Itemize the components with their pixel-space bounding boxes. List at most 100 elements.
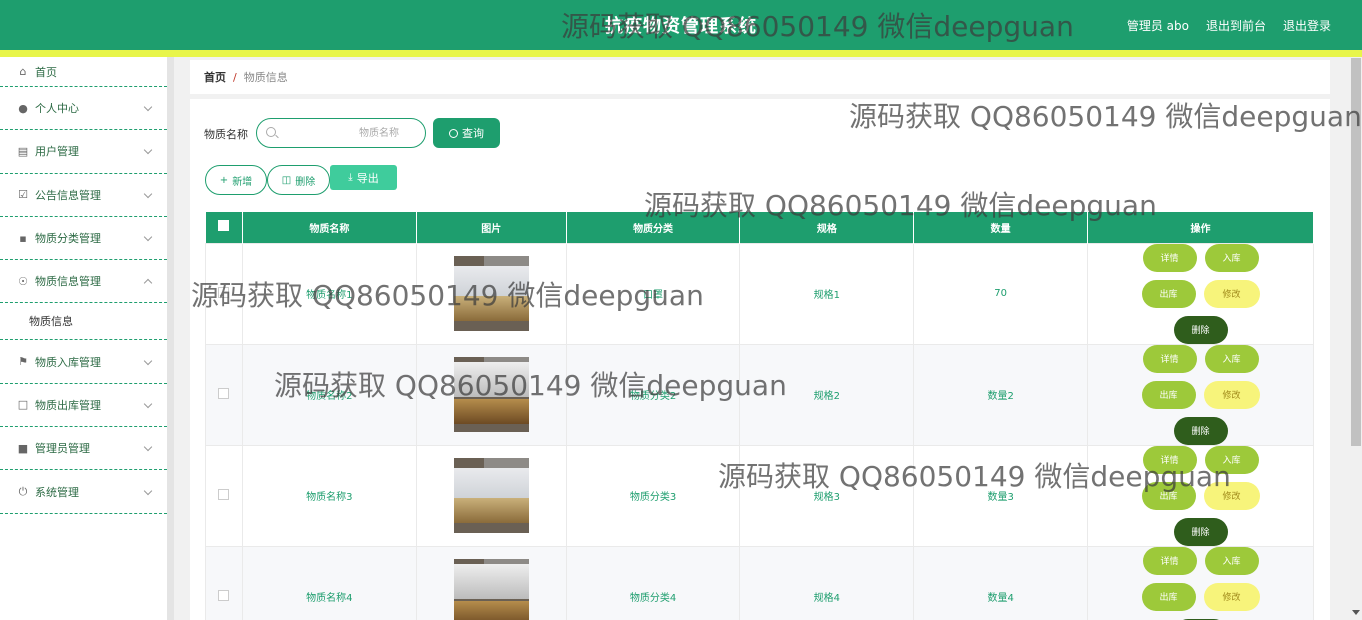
breadcrumb-separator: / <box>233 70 237 84</box>
header-accent-bar <box>0 50 1362 57</box>
material-table: 物质名称 图片 物质分类 规格 数量 操作 物质名称1 口罩 规格1 70 详情… <box>205 212 1314 620</box>
edit-button[interactable]: 修改 <box>1203 380 1260 409</box>
delete-button[interactable]: 删除 <box>1173 416 1228 445</box>
chevron-up-icon <box>143 279 153 288</box>
column-header: 物质名称 <box>242 212 417 243</box>
sidebar-item-material-info-management[interactable]: ☉ 物质信息管理 <box>0 260 167 304</box>
search-field[interactable] <box>256 118 426 148</box>
outbound-button[interactable]: 出库 <box>1141 481 1196 510</box>
material-image[interactable] <box>453 357 529 432</box>
outbound-button[interactable]: 出库 <box>1141 279 1196 308</box>
clipboard-icon: ☑ <box>18 188 28 202</box>
batch-delete-button[interactable]: ◫ 删除 <box>267 165 330 195</box>
search-input[interactable] <box>281 123 421 143</box>
column-header: 规格 <box>739 212 915 243</box>
material-name: 物质名称4 <box>241 545 417 620</box>
detail-button[interactable]: 详情 <box>1142 546 1197 575</box>
plus-icon: + <box>219 174 229 186</box>
select-all-checkbox[interactable] <box>218 220 230 232</box>
chevron-down-icon <box>143 356 153 365</box>
table-header-row: 物质名称 图片 物质分类 规格 数量 操作 <box>205 212 1314 243</box>
sidebar-item-user-management[interactable]: ▤ 用户管理 <box>0 130 167 174</box>
row-checkbox[interactable] <box>218 286 230 298</box>
delete-button[interactable]: 删除 <box>1173 315 1228 344</box>
delete-button[interactable]: 删除 <box>1173 517 1228 546</box>
sidebar-item-category-management[interactable]: ▪ 物质分类管理 <box>0 217 167 261</box>
query-button-label: 查询 <box>462 127 484 140</box>
row-select-cell <box>205 343 243 446</box>
chevron-down-icon <box>143 189 153 198</box>
chevron-down-icon <box>143 102 153 112</box>
user-icon: ● <box>18 101 28 115</box>
image-cell <box>415 444 567 547</box>
add-button[interactable]: + 新增 <box>205 165 267 195</box>
content-panel: 物质名称 查询 + 新增 ◫ 删除 ⤓ 导出 物质名称 图片 物质分类 规格 数… <box>190 99 1330 620</box>
material-category: 物质分类2 <box>565 343 741 446</box>
admin-user-link[interactable]: 管理员 abo <box>1127 17 1189 34</box>
edit-button[interactable]: 修改 <box>1203 279 1260 308</box>
sidebar-item-notice-management[interactable]: ☑ 公告信息管理 <box>0 174 167 217</box>
material-spec: 规格3 <box>739 444 915 547</box>
detail-button[interactable]: 详情 <box>1142 445 1197 474</box>
operations-cell: 详情 入库 出库 修改 删除 <box>1087 242 1314 345</box>
image-cell <box>415 242 567 345</box>
query-button[interactable]: 查询 <box>433 118 500 148</box>
column-header: 数量 <box>913 212 1089 243</box>
inbound-button[interactable]: 入库 <box>1204 546 1259 575</box>
material-image[interactable] <box>453 256 529 331</box>
row-select-cell <box>205 545 243 620</box>
chat-icon: □ <box>17 398 29 412</box>
row-select-cell <box>205 242 243 345</box>
export-button-label: 导出 <box>356 171 379 185</box>
edit-button[interactable]: 修改 <box>1203 582 1260 611</box>
row-checkbox[interactable] <box>218 387 230 399</box>
image-cell <box>415 545 567 620</box>
material-name: 物质名称1 <box>241 242 417 345</box>
table-row: 物质名称1 口罩 规格1 70 详情 入库 出库 修改 删除 <box>205 242 1314 345</box>
compass-icon: ☉ <box>18 274 28 288</box>
chevron-down-icon <box>143 146 153 155</box>
breadcrumb-home[interactable]: 首页 <box>204 69 226 85</box>
sidebar-item-label: 用户管理 <box>35 145 79 159</box>
flag-icon: ⚑ <box>18 355 28 369</box>
select-all-cell <box>205 212 243 243</box>
detail-button[interactable]: 详情 <box>1142 243 1197 272</box>
scroll-down-arrow-icon[interactable] <box>1352 610 1360 615</box>
sidebar-item-system-management[interactable]: ⏻ 系统管理 <box>0 470 167 514</box>
header-links: 管理员 abo 退出到前台 退出登录 <box>1127 17 1331 34</box>
material-image[interactable] <box>453 559 529 620</box>
row-select-cell <box>205 444 243 547</box>
search-icon <box>449 128 458 138</box>
sidebar-item-label: 物质信息管理 <box>35 275 101 289</box>
detail-button[interactable]: 详情 <box>1142 344 1197 373</box>
outbound-button[interactable]: 出库 <box>1141 582 1196 611</box>
material-image[interactable] <box>453 458 529 533</box>
row-checkbox[interactable] <box>218 589 230 601</box>
power-icon: ⏻ <box>18 484 28 498</box>
row-checkbox[interactable] <box>218 488 230 500</box>
sidebar-item-admin-management[interactable]: ■ 管理员管理 <box>0 427 167 471</box>
edit-button[interactable]: 修改 <box>1203 481 1260 510</box>
sidebar-item-outbound-management[interactable]: □ 物质出库管理 <box>0 384 167 428</box>
table-row: 物质名称3 物质分类3 规格3 数量3 详情 入库 出库 修改 删除 <box>205 444 1314 547</box>
inbound-button[interactable]: 入库 <box>1204 445 1259 474</box>
exit-to-frontend-link[interactable]: 退出到前台 <box>1206 17 1266 34</box>
breadcrumb-current: 物质信息 <box>243 71 288 84</box>
sidebar-item-label: 公告信息管理 <box>35 188 101 202</box>
stamp-icon: ■ <box>17 441 29 455</box>
column-header: 物质分类 <box>566 212 741 243</box>
outbound-button[interactable]: 出库 <box>1141 380 1196 409</box>
material-category: 口罩 <box>565 242 741 345</box>
sidebar-item-inbound-management[interactable]: ⚑ 物质入库管理 <box>0 340 167 384</box>
add-button-label: 新增 <box>232 176 253 188</box>
logout-link[interactable]: 退出登录 <box>1283 17 1331 34</box>
sidebar-item-personal-center[interactable]: ● 个人中心 <box>0 87 167 131</box>
sidebar-subitem-material-info[interactable]: 物质信息 <box>0 303 167 341</box>
inbound-button[interactable]: 入库 <box>1204 243 1259 272</box>
export-button[interactable]: ⤓ 导出 <box>330 165 397 190</box>
scrollbar-thumb[interactable] <box>1351 58 1361 446</box>
column-header: 操作 <box>1087 212 1314 243</box>
material-spec: 规格1 <box>739 242 915 345</box>
sidebar-item-home[interactable]: ⌂ 首页 <box>0 57 167 87</box>
inbound-button[interactable]: 入库 <box>1204 344 1259 373</box>
